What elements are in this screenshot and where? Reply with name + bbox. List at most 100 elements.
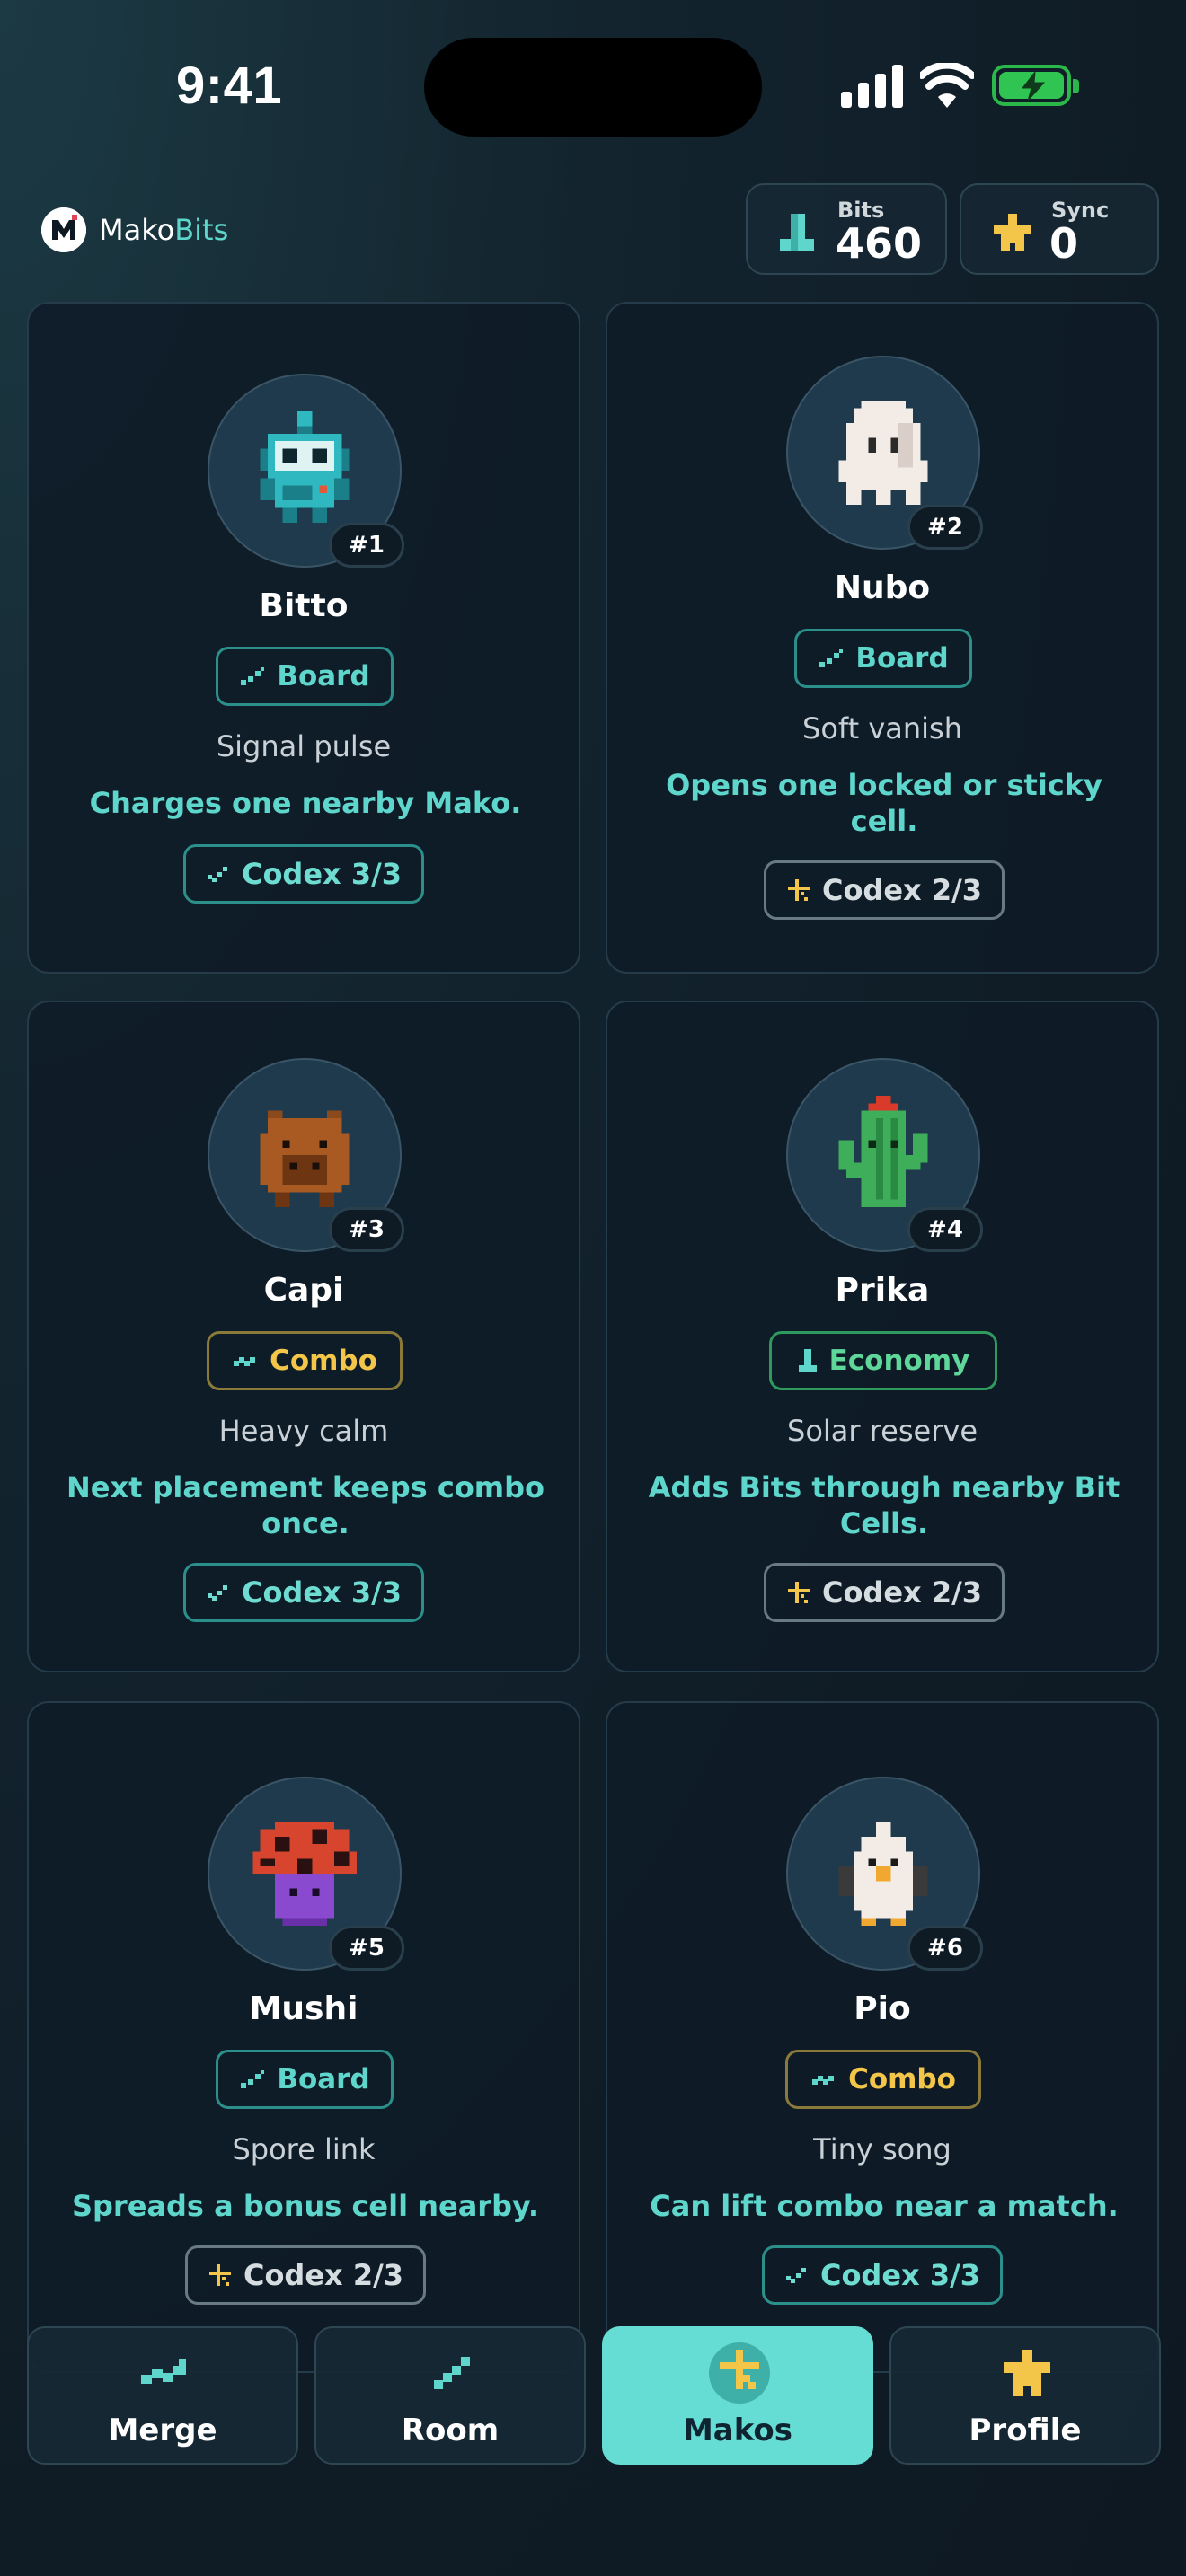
bits-icon bbox=[780, 214, 814, 251]
mako-card[interactable]: #3 Capi Combo Heavy calm Next placement … bbox=[27, 1001, 580, 1672]
app-logo-icon bbox=[41, 207, 86, 252]
mako-number-badge: #4 bbox=[907, 1207, 983, 1252]
tab-room[interactable]: Room bbox=[314, 2326, 586, 2465]
codex-check-icon bbox=[785, 2268, 806, 2283]
codex-badge: Codex 2/3 bbox=[764, 1563, 1005, 1622]
codex-label: Codex 2/3 bbox=[821, 873, 983, 907]
mako-name: Pio bbox=[854, 1990, 911, 2027]
codex-label: Codex 3/3 bbox=[241, 1575, 403, 1610]
combo-tag-icon bbox=[812, 2076, 835, 2085]
mako-flavor: Spore link bbox=[232, 2132, 376, 2166]
mako-effect: Can lift combo near a match. bbox=[650, 2189, 1119, 2223]
codex-label: Codex 2/3 bbox=[821, 1575, 983, 1610]
combo-tag-icon bbox=[234, 1357, 256, 1366]
merge-icon bbox=[141, 2359, 186, 2384]
tab-merge[interactable]: Merge bbox=[27, 2326, 298, 2465]
tab-makos[interactable]: Makos bbox=[602, 2326, 873, 2465]
makos-icon bbox=[709, 2342, 770, 2404]
brand-name-part1: Mako bbox=[99, 213, 175, 247]
profile-icon bbox=[1004, 2350, 1050, 2396]
bits-value: 460 bbox=[836, 219, 923, 268]
codex-badge: Codex 3/3 bbox=[183, 844, 424, 904]
codex-partial-icon bbox=[787, 879, 810, 901]
codex-label: Codex 3/3 bbox=[241, 857, 403, 891]
brand-name: MakoBits bbox=[99, 213, 228, 247]
mako-flavor: Tiny song bbox=[813, 2132, 951, 2166]
codex-badge: Codex 3/3 bbox=[762, 2245, 1003, 2305]
brand-name-part2: Bits bbox=[174, 213, 229, 247]
tab-label: Merge bbox=[108, 2413, 217, 2448]
mako-tag: Board bbox=[216, 2050, 394, 2109]
mako-flavor: Soft vanish bbox=[802, 711, 962, 745]
robot-sprite bbox=[260, 411, 350, 523]
board-tag-icon bbox=[241, 667, 265, 685]
codex-check-icon bbox=[207, 867, 227, 882]
mako-card[interactable]: #6 Pio Combo Tiny song Can lift combo ne… bbox=[606, 1701, 1159, 2373]
sync-star-icon bbox=[994, 214, 1031, 251]
bits-counter[interactable]: Bits 460 bbox=[746, 183, 947, 275]
mako-name: Nubo bbox=[834, 569, 931, 606]
mako-number-badge: #5 bbox=[329, 1926, 404, 1971]
mako-flavor: Solar reserve bbox=[787, 1414, 978, 1448]
mako-tag: Economy bbox=[769, 1331, 997, 1390]
brand: MakoBits bbox=[41, 207, 228, 253]
mako-number-badge: #2 bbox=[907, 505, 983, 550]
mako-tag-label: Board bbox=[277, 2063, 370, 2095]
mako-tag-label: Board bbox=[277, 660, 370, 693]
status-time: 9:41 bbox=[176, 57, 283, 115]
codex-partial-icon bbox=[787, 1582, 810, 1603]
codex-partial-icon bbox=[208, 2264, 231, 2286]
cactus-sprite bbox=[838, 1096, 928, 1207]
capybara-sprite bbox=[260, 1110, 350, 1207]
mako-tag-label: Combo bbox=[848, 2063, 956, 2095]
board-tag-icon bbox=[819, 649, 844, 667]
mako-tag-label: Combo bbox=[270, 1345, 377, 1377]
mako-name: Prika bbox=[835, 1272, 930, 1309]
status-bar: 9:41 bbox=[0, 0, 1186, 171]
mako-name: Bitto bbox=[259, 587, 349, 624]
mako-name: Capi bbox=[263, 1272, 344, 1309]
mushroom-sprite bbox=[252, 1822, 357, 1926]
chick-sprite bbox=[838, 1822, 928, 1926]
mako-card[interactable]: #4 Prika Economy Solar reserve Adds Bits… bbox=[606, 1001, 1159, 1672]
mako-card[interactable]: #2 Nubo Board Soft vanish Opens one lock… bbox=[606, 302, 1159, 974]
cellular-signal-icon bbox=[841, 65, 904, 108]
mako-tag: Combo bbox=[785, 2050, 981, 2109]
mako-name: Mushi bbox=[249, 1990, 358, 2027]
tab-profile[interactable]: Profile bbox=[890, 2326, 1161, 2465]
codex-badge: Codex 3/3 bbox=[183, 1563, 424, 1622]
sync-counter[interactable]: Sync 0 bbox=[960, 183, 1159, 275]
sync-value: 0 bbox=[1049, 219, 1079, 268]
mako-flavor: Heavy calm bbox=[218, 1414, 389, 1448]
codex-badge: Codex 2/3 bbox=[764, 860, 1005, 920]
codex-badge: Codex 2/3 bbox=[185, 2245, 426, 2305]
mako-flavor: Signal pulse bbox=[216, 729, 392, 763]
mako-effect: Next placement keeps combo once. bbox=[66, 1470, 545, 1540]
mako-card[interactable]: #5 Mushi Board Spore link Spreads a bonu… bbox=[27, 1701, 580, 2373]
wifi-icon bbox=[918, 61, 976, 110]
economy-tag-icon bbox=[798, 1349, 817, 1372]
tab-label: Makos bbox=[682, 2413, 793, 2448]
mako-tag: Board bbox=[216, 647, 394, 706]
codex-label: Codex 2/3 bbox=[243, 2258, 404, 2292]
mako-effect: Spreads a bonus cell nearby. bbox=[71, 2189, 540, 2223]
mako-tag: Combo bbox=[207, 1331, 403, 1390]
codex-label: Codex 3/3 bbox=[819, 2258, 981, 2292]
home-indicator bbox=[440, 2547, 746, 2556]
ghost-sprite bbox=[838, 401, 928, 505]
mako-number-badge: #3 bbox=[329, 1207, 404, 1252]
board-tag-icon bbox=[241, 2070, 265, 2088]
mako-effect: Charges one nearby Mako. bbox=[89, 786, 522, 820]
codex-check-icon bbox=[207, 1585, 227, 1601]
dynamic-island bbox=[424, 38, 762, 137]
mako-card[interactable]: #1 Bitto Board Signal pulse Charges one … bbox=[27, 302, 580, 974]
battery-icon bbox=[992, 65, 1079, 106]
mako-tag: Board bbox=[794, 629, 972, 688]
room-icon bbox=[434, 2357, 470, 2389]
tab-label: Room bbox=[401, 2413, 500, 2448]
mako-number-badge: #6 bbox=[907, 1926, 983, 1971]
tab-label: Profile bbox=[969, 2413, 1082, 2448]
mako-tag-label: Board bbox=[855, 642, 949, 675]
mako-tag-label: Economy bbox=[828, 1345, 970, 1377]
mako-effect: Adds Bits through nearby Bit Cells. bbox=[648, 1470, 1120, 1540]
